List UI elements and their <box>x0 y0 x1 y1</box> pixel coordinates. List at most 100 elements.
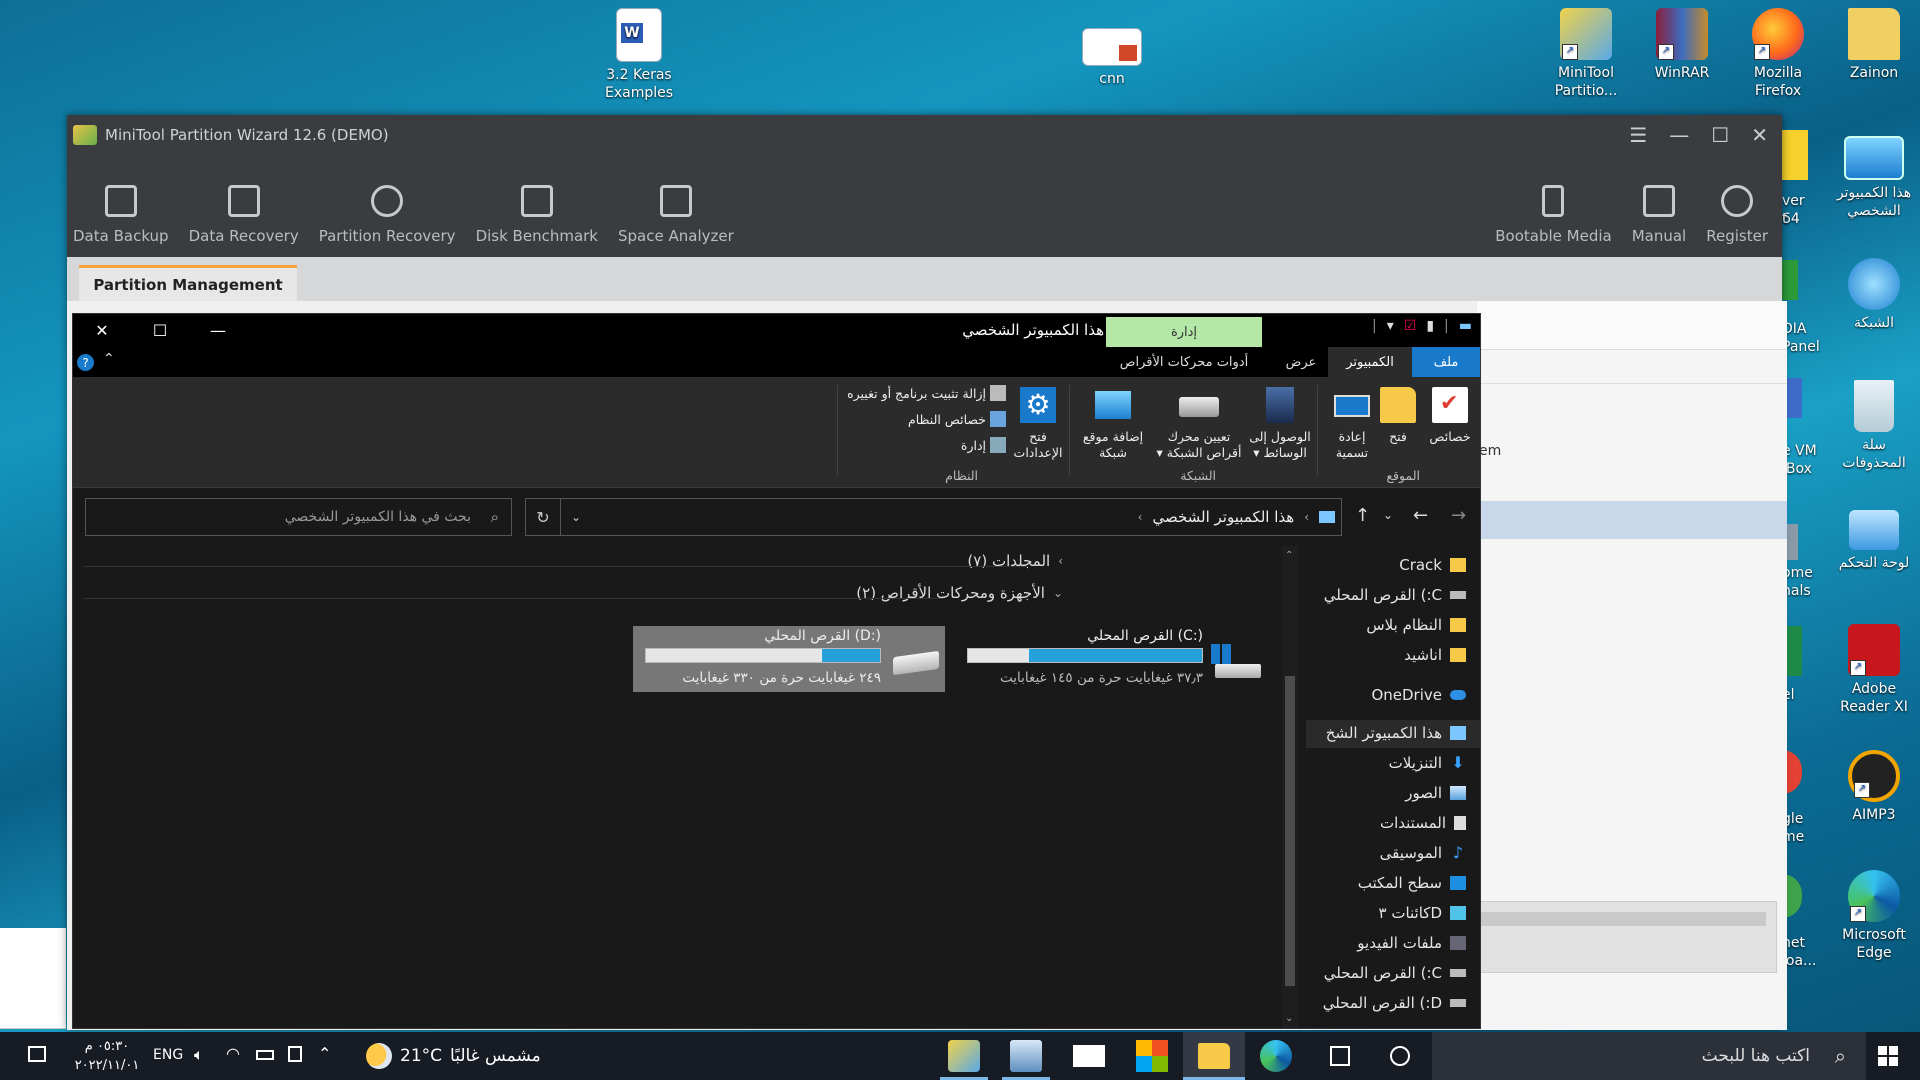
selected-disk-row[interactable] <box>1477 501 1787 539</box>
scroll-down-icon[interactable]: ⌄ <box>1285 1013 1293 1024</box>
tab-file[interactable]: ملف <box>1412 347 1480 377</box>
nav-item-desktop[interactable]: سطح المكتب <box>1358 874 1466 892</box>
tab-drive-tools[interactable]: أدوات محركات الأقراص <box>1106 347 1262 377</box>
desktop-icon-this-pc[interactable]: هذا الكمبيوتر الشخصي <box>1829 136 1919 220</box>
nav-item-drive-d[interactable]: القرص المحلي (:D <box>1323 994 1466 1012</box>
weather-widget[interactable]: 21°C مشمس غالبًا <box>366 1032 541 1080</box>
nav-item-documents[interactable]: المستندات <box>1380 814 1466 832</box>
nav-item-anasheed[interactable]: اناشيد <box>1404 646 1466 664</box>
nav-item-downloads[interactable]: التنزيلات ⬇ <box>1389 754 1466 772</box>
breadcrumb-this-pc[interactable]: هذا الكمبيوتر الشخصي <box>1152 508 1294 526</box>
clock[interactable]: ٠٥:٣٠ م ٢٠٢٢/١١/٠١ <box>72 1037 142 1075</box>
taskbar-cortana-icon[interactable] <box>1390 1046 1410 1066</box>
tab-partition-management[interactable]: Partition Management <box>79 265 297 301</box>
desktop-icon-firefox[interactable]: ↗ Mozilla Firefox <box>1733 8 1823 100</box>
meet-now-icon[interactable] <box>288 1046 302 1062</box>
tab-manage[interactable]: إدارة <box>1106 317 1262 347</box>
nav-item-videos[interactable]: ملفات الفيديو <box>1357 934 1466 952</box>
desktop-icon-winrar[interactable]: ↗ WinRAR <box>1637 8 1727 82</box>
taskbar-file-explorer-icon[interactable] <box>1198 1043 1230 1069</box>
up-arrow-icon[interactable]: ↑ <box>1355 505 1370 526</box>
desktop-icon-adobe-reader[interactable]: ↗ Adobe Reader XI <box>1829 624 1919 716</box>
bootable-media-button[interactable]: Bootable Media <box>1489 185 1617 257</box>
drive-tile-d[interactable]: القرص المحلي (D:) ٢٤٩ غيغابايت حرة من ٣٣… <box>633 626 945 692</box>
desktop-icon-aimp[interactable]: ↗ AIMP3 <box>1829 750 1919 824</box>
taskbar-store-icon[interactable] <box>1136 1040 1168 1072</box>
action-center-icon[interactable] <box>28 1046 46 1062</box>
drive-tile-c[interactable]: القرص المحلي (C:) ٣٧٫٣ غيغابايت حرة من ١… <box>955 626 1267 692</box>
open-settings-button[interactable]: ⚙ فتح الإعدادات <box>1012 387 1064 461</box>
taskbar-task-view-icon[interactable] <box>1330 1046 1350 1066</box>
desktop-icon-keras-doc[interactable]: W 3.2 Keras Examples <box>594 8 684 102</box>
manual-button[interactable]: Manual <box>1626 185 1693 257</box>
taskbar-minitool-icon[interactable] <box>948 1040 980 1072</box>
access-media-button[interactable]: الوصول إلى ▾ الوسائط <box>1248 387 1312 461</box>
disk-benchmark-button[interactable]: Disk Benchmark <box>470 185 604 257</box>
scroll-up-icon[interactable]: ⌃ <box>1285 550 1293 561</box>
section-folders[interactable]: المجلدات (٧) ‹ <box>967 552 1063 570</box>
close-button[interactable]: ✕ <box>73 314 131 347</box>
register-button[interactable]: Register <box>1700 185 1774 257</box>
open-button[interactable]: فتح <box>1378 387 1418 445</box>
data-backup-button[interactable]: Data Backup <box>67 185 175 257</box>
desktop-icon-control-panel[interactable]: لوحة التحكم <box>1829 510 1919 572</box>
taskbar-computer-icon[interactable] <box>1010 1040 1042 1072</box>
tab-computer[interactable]: الكمبيوتر <box>1328 347 1412 377</box>
volume-icon[interactable]: 🔈︎ <box>194 1045 204 1065</box>
forward-arrow-icon[interactable]: → <box>1451 505 1466 526</box>
minitool-titlebar[interactable]: MiniTool Partition Wizard 12.6 (DEMO) ☰ … <box>67 115 1782 155</box>
minimize-button[interactable]: — <box>189 314 247 347</box>
taskbar-edge-icon[interactable] <box>1260 1040 1292 1072</box>
explorer-titlebar[interactable]: ✕ ☐ — هذا الكمبيوتر الشخصي إدارة | ▾ ☑ ▮… <box>73 314 1480 347</box>
qat-dropdown-icon[interactable]: ▾ <box>1387 318 1394 334</box>
collapse-ribbon-icon[interactable]: ⌃ <box>103 351 115 367</box>
section-devices[interactable]: الأجهزة ومحركات الأقراص (٢) ⌄ <box>856 584 1063 602</box>
nav-item-drive-c-pinned[interactable]: القرص المحلي (:C <box>1324 586 1466 604</box>
start-windows-icon[interactable] <box>1878 1046 1898 1066</box>
breadcrumb-chevron-icon[interactable]: ‹ <box>1138 510 1143 524</box>
nav-item-this-pc[interactable]: هذا الكمبيوتر الشخ <box>1326 724 1466 742</box>
breadcrumb-chevron-icon[interactable]: ‹ <box>1304 510 1309 524</box>
close-icon[interactable]: ✕ <box>1751 123 1768 147</box>
language-indicator[interactable]: ENG <box>153 1047 183 1063</box>
address-history-dropdown-icon[interactable]: ⌄ <box>561 510 591 524</box>
data-recovery-button[interactable]: Data Recovery <box>183 185 305 257</box>
show-hidden-icons-icon[interactable]: ⌃ <box>318 1044 331 1063</box>
search-input[interactable]: بحث في هذا الكمبيوتر الشخصي ⌕ <box>85 498 512 536</box>
partition-recovery-button[interactable]: Partition Recovery <box>313 185 462 257</box>
refresh-icon[interactable]: ↻ <box>526 499 561 535</box>
recent-locations-dropdown-icon[interactable]: ⌄ <box>1383 508 1393 522</box>
tab-view[interactable]: عرض <box>1274 347 1328 377</box>
nav-item-3d-objects[interactable]: كائنات ٣D <box>1379 904 1466 922</box>
manage-button[interactable]: إدارة <box>961 437 1006 453</box>
nav-item-onedrive[interactable]: OneDrive <box>1371 686 1466 704</box>
desktop-icon-recycle-bin[interactable]: سلة المحذوفات <box>1829 380 1919 472</box>
desktop-icon-zainon[interactable]: Zainon <box>1829 8 1919 82</box>
nav-item-pictures[interactable]: الصور <box>1405 784 1466 802</box>
system-properties-button[interactable]: خصائص النظام <box>908 411 1006 427</box>
maximize-icon[interactable]: ☐ <box>1711 123 1729 147</box>
disk-map[interactable] <box>1477 901 1777 973</box>
new-folder-icon[interactable]: ▮ <box>1426 318 1434 334</box>
back-arrow-icon[interactable]: ← <box>1413 505 1428 526</box>
map-network-drive-button[interactable]: تعيين محرك ▾ أقراص الشبكة <box>1156 387 1242 461</box>
properties-button[interactable]: ✔ خصائص <box>1424 387 1476 445</box>
nav-scrollbar-thumb[interactable] <box>1285 676 1295 986</box>
minimize-icon[interactable]: — <box>1669 123 1689 147</box>
taskbar-mail-icon[interactable] <box>1073 1045 1105 1067</box>
battery-icon[interactable] <box>256 1050 274 1060</box>
desktop-icon-edge[interactable]: ↗ Microsoft Edge <box>1829 870 1919 962</box>
space-analyzer-button[interactable]: Space Analyzer <box>612 185 740 257</box>
menu-icon[interactable]: ☰ <box>1629 123 1647 147</box>
rename-button[interactable]: إعادة تسمية <box>1328 387 1376 461</box>
taskbar-search-input[interactable]: اكتب هنا للبحث ⌕ <box>1432 1032 1866 1080</box>
nav-item-crack[interactable]: Crack <box>1399 556 1466 574</box>
nav-item-drive-c[interactable]: القرص المحلي (:C <box>1324 964 1466 982</box>
maximize-button[interactable]: ☐ <box>131 314 189 347</box>
help-icon[interactable]: ? <box>77 354 94 371</box>
nav-item-music[interactable]: الموسيقى ♪ <box>1380 844 1466 862</box>
nav-scrollbar[interactable]: ⌃ ⌄ <box>1282 546 1298 1028</box>
desktop-icon-minitool[interactable]: ↗ MiniTool Partitio... <box>1541 8 1631 100</box>
desktop-icon-network[interactable]: الشبكة <box>1829 258 1919 332</box>
nav-item-system-plus[interactable]: النظام بلاس <box>1366 616 1466 634</box>
